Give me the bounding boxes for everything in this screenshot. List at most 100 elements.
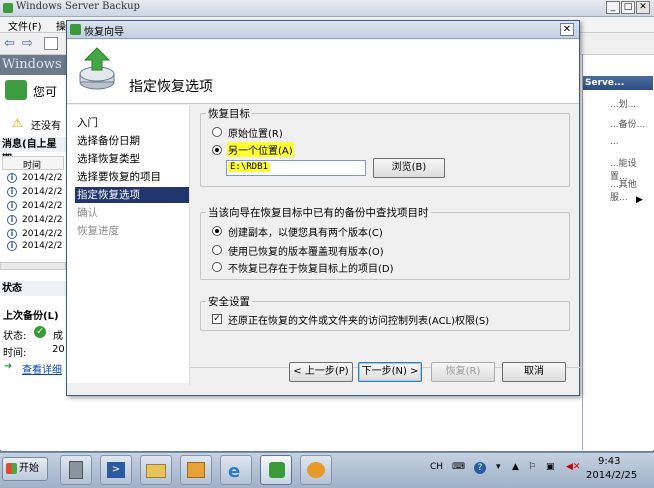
- browse-button[interactable]: 浏览(B): [373, 158, 445, 178]
- info-icon: i: [7, 201, 17, 211]
- do-not-recover-label[interactable]: 不恢复已存在于恢复目标上的项目(D): [228, 260, 394, 275]
- step-specify-options[interactable]: 指定恢复选项: [75, 187, 189, 203]
- app-icon: [187, 462, 205, 478]
- cancel-button[interactable]: 取消: [502, 362, 566, 382]
- powershell-taskbar-icon[interactable]: >: [100, 455, 132, 485]
- forward-arrow-icon[interactable]: ⇨: [22, 36, 33, 51]
- security-settings-label: 安全设置: [206, 294, 252, 309]
- message-row[interactable]: 2014/2/2: [22, 201, 62, 211]
- action-item[interactable]: ...: [610, 137, 619, 147]
- clock-time[interactable]: 9:43: [598, 456, 620, 467]
- powershell-icon: >: [107, 462, 125, 478]
- right-pane-arrow-icon[interactable]: ▶: [636, 195, 643, 205]
- wizard-header: 指定恢复选项: [67, 40, 579, 104]
- options-icon[interactable]: ▾: [496, 462, 501, 472]
- banner-subtitle: 您可: [33, 85, 58, 99]
- backup-taskbar-icon[interactable]: [260, 455, 292, 485]
- clock-date[interactable]: 2014/2/25: [586, 470, 637, 481]
- step-getting-started[interactable]: 入门: [75, 115, 189, 131]
- details-arrow-icon: ➜: [4, 361, 13, 372]
- close-icon[interactable]: ✕: [636, 1, 650, 14]
- do-not-recover-radio[interactable]: [212, 262, 222, 272]
- messages-header: 消息(自上星期: [0, 137, 66, 165]
- minimize-icon[interactable]: _: [606, 1, 620, 14]
- warning-icon: ⚠: [12, 116, 23, 130]
- actions-header: Serve...: [583, 76, 653, 90]
- info-icon: i: [7, 187, 17, 197]
- actions-pane: [582, 55, 654, 450]
- step-select-backup-date[interactable]: 选择备份日期: [75, 133, 189, 149]
- overwrite-label[interactable]: 使用已恢复的版本覆盖现有版本(O): [228, 243, 384, 258]
- gear-icon: [307, 462, 325, 478]
- explorer-taskbar-icon[interactable]: [140, 455, 172, 485]
- left-banner: Windows: [0, 55, 66, 75]
- app-taskbar-icon[interactable]: [180, 455, 212, 485]
- info-icon: i: [7, 173, 17, 183]
- action-item[interactable]: ...备份...: [610, 117, 645, 130]
- app-icon: [3, 3, 13, 13]
- volume-muted-icon[interactable]: ◀✕: [566, 462, 580, 472]
- restore-acl-checkbox[interactable]: ✓: [212, 314, 222, 324]
- services-taskbar-icon[interactable]: [300, 455, 332, 485]
- message-row[interactable]: 2014/2/2: [22, 215, 62, 225]
- show-hide-tree-icon[interactable]: [44, 37, 58, 50]
- view-details-link[interactable]: 查看详细: [22, 361, 62, 376]
- wizard-steps-nav: 入门 选择备份日期 选择恢复类型 选择要恢复的项目 指定恢复选项 确认 恢复进度: [67, 105, 189, 383]
- help-icon[interactable]: ?: [474, 462, 486, 474]
- original-location-label[interactable]: 原始位置(R): [228, 125, 283, 140]
- language-indicator[interactable]: CH: [430, 462, 443, 472]
- server-manager-taskbar-icon[interactable]: [60, 455, 92, 485]
- next-button[interactable]: 下一步(N) >: [358, 362, 422, 382]
- recovery-wizard-dialog: 恢复向导 ✕ 指定恢复选项 入门 选择备份日期 选择恢复类型 选择要恢复的项目 …: [66, 20, 580, 396]
- message-row[interactable]: 2014/2/2: [22, 241, 62, 251]
- horizontal-scrollbar[interactable]: [0, 262, 66, 270]
- folder-icon: [146, 464, 166, 478]
- wizard-close-icon[interactable]: ✕: [560, 23, 574, 36]
- message-row[interactable]: 2014/2/2: [22, 229, 62, 239]
- step-select-items[interactable]: 选择要恢复的项目: [75, 169, 189, 185]
- network-icon[interactable]: ▣: [546, 462, 555, 472]
- recovery-wizard-icon: [79, 47, 115, 90]
- time-label: 时间:: [3, 348, 27, 359]
- create-copies-label[interactable]: 创建副本，以便您具有两个版本(C): [228, 224, 383, 239]
- previous-button[interactable]: < 上一步(P): [289, 362, 353, 382]
- another-location-label[interactable]: 另一个位置(A): [227, 142, 294, 157]
- step-select-recovery-type[interactable]: 选择恢复类型: [75, 151, 189, 167]
- start-button[interactable]: 开始: [2, 457, 48, 481]
- keyboard-icon[interactable]: ⌨: [452, 462, 465, 472]
- original-location-radio[interactable]: [212, 127, 222, 137]
- overwrite-radio[interactable]: [212, 245, 222, 255]
- show-hidden-icons-icon[interactable]: ▲: [512, 462, 519, 472]
- recovery-path-input[interactable]: E:\RDB1: [226, 160, 366, 176]
- message-row[interactable]: 2014/2/2: [22, 173, 62, 183]
- ie-taskbar-icon[interactable]: e: [220, 455, 252, 485]
- step-confirmation: 确认: [77, 207, 98, 219]
- wizard-title-icon: [70, 24, 81, 35]
- status-label: 状态:: [3, 331, 27, 342]
- recovery-path-value: E:\RDB1: [228, 162, 270, 172]
- info-icon: i: [7, 215, 17, 225]
- menu-action[interactable]: 操: [56, 18, 66, 33]
- maximize-icon[interactable]: □: [621, 1, 635, 14]
- restore-acl-label[interactable]: 还原正在恢复的文件或文件夹的访问控制列表(ACL)权限(S): [228, 312, 489, 327]
- server-icon: [69, 461, 83, 479]
- start-label: 开始: [19, 463, 39, 474]
- menu-file[interactable]: 文件(F): [8, 18, 42, 33]
- action-item[interactable]: ...划...: [610, 97, 636, 110]
- time-column-header[interactable]: 时间: [2, 156, 64, 171]
- action-item[interactable]: ...其他服...: [610, 177, 654, 203]
- back-arrow-icon[interactable]: ⇦: [4, 36, 15, 51]
- existing-items-label: 当该向导在恢复目标中已有的备份中查找项目时: [206, 205, 431, 220]
- info-icon: i: [7, 241, 17, 251]
- message-row[interactable]: 2014/2/2: [22, 187, 62, 197]
- create-copies-radio[interactable]: [212, 226, 222, 236]
- backup-icon: [5, 80, 27, 100]
- another-location-radio[interactable]: [212, 145, 222, 155]
- warning-text: 还没有: [31, 121, 61, 132]
- step-recovery-progress: 恢复进度: [77, 225, 119, 237]
- success-icon: ✓: [34, 326, 46, 338]
- info-icon: i: [7, 229, 17, 239]
- status-value: 成: [53, 331, 63, 342]
- wizard-titlebar: 恢复向导 ✕: [67, 21, 579, 39]
- action-center-flag-icon[interactable]: ⚐: [528, 462, 536, 472]
